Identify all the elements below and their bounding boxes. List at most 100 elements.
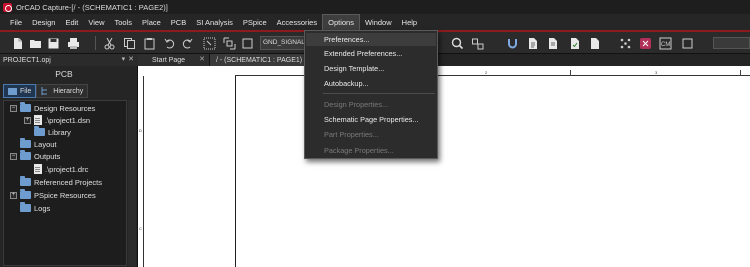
tab-label: / - (SCHEMATIC1 : PAGE1) (216, 56, 303, 64)
menu-item-extended-preferences[interactable]: Extended Preferences... (306, 47, 436, 60)
file-icon (34, 115, 42, 125)
menu-item-design-template[interactable]: Design Template... (306, 62, 436, 75)
cm-icon[interactable]: CM (658, 36, 672, 50)
tree-node-label: Logs (34, 203, 51, 213)
tree-node-label: Layout (34, 139, 57, 149)
redo-icon[interactable] (180, 36, 194, 50)
toolbar-combo-right[interactable] (713, 37, 750, 49)
snap-grid-icon[interactable] (202, 36, 216, 50)
menu-si-analysis[interactable]: SI Analysis (191, 14, 238, 30)
tab-label: Start Page (152, 56, 186, 64)
menu-item-schematic-page-properties[interactable]: Schematic Page Properties... (306, 113, 436, 126)
toolbar-separator (95, 36, 96, 50)
project-panel-header: PROJECT1.opj ▾ ✕ (0, 54, 138, 66)
new-icon[interactable] (10, 36, 24, 50)
tree-node-pspice-resources[interactable]: + PSpice Resources (10, 189, 96, 201)
menu-item-design-properties: Design Properties... (324, 100, 389, 109)
place-part-icon[interactable] (470, 36, 484, 50)
close-tab-icon[interactable]: ✕ (199, 55, 205, 63)
ruler-label: 3 (655, 70, 658, 75)
tree-node-label: Design Resources (34, 103, 96, 113)
panel-tabs: File Hierarchy (3, 84, 89, 98)
document-tab-bar: Start Page ✕ / - (SCHEMATIC1 : PAGE1) ✕ (138, 54, 750, 66)
zoom-icon[interactable] (450, 36, 464, 50)
menu-place[interactable]: Place (137, 14, 166, 30)
save-icon[interactable] (46, 36, 60, 50)
magnet-icon[interactable] (505, 36, 519, 50)
tree-node-label: PSpice Resources (34, 190, 96, 200)
app-window: OrCAD Capture-[/ - (SCHEMATIC1 : PAGE2)]… (0, 0, 750, 267)
expand-icon[interactable]: + (10, 191, 17, 199)
undo-icon[interactable] (162, 36, 176, 50)
pin-icon[interactable]: ▾ (122, 55, 126, 63)
ruler-label: C (139, 226, 142, 231)
tab-start-page[interactable]: Start Page ✕ (138, 54, 210, 66)
area-select-icon[interactable] (222, 36, 236, 50)
left-ruler: D C (138, 76, 144, 267)
copy-icon[interactable] (122, 36, 136, 50)
tree-node-label: Library (48, 127, 71, 137)
menu-window[interactable]: Window (360, 14, 397, 30)
tree-node-layout[interactable]: Layout (10, 138, 57, 150)
drc-icon[interactable] (567, 36, 581, 50)
tab-file[interactable]: File (3, 84, 37, 98)
menu-item-preferences[interactable]: Preferences... (306, 33, 436, 46)
ruler-label: 2 (485, 70, 488, 75)
menu-tools[interactable]: Tools (110, 14, 138, 30)
panel-controls: ▾ ✕ (122, 55, 134, 63)
tree-node-library[interactable]: Library (24, 126, 71, 138)
select-tool-icon[interactable] (240, 36, 254, 50)
constraint-icon[interactable] (638, 36, 652, 50)
menu-accessories[interactable]: Accessories (272, 14, 322, 30)
tree-node-design-resources[interactable]: − Design Resources (10, 102, 95, 114)
close-icon[interactable]: ✕ (128, 55, 134, 63)
collapse-icon[interactable]: − (10, 152, 17, 160)
cross-probe-icon[interactable] (618, 36, 632, 50)
tab-hierarchy[interactable]: Hierarchy (36, 84, 89, 98)
tree-node-referenced-projects[interactable]: Referenced Projects (10, 176, 102, 188)
menu-design[interactable]: Design (27, 14, 60, 30)
menu-item-package-properties: Package Properties... (324, 146, 394, 155)
menu-item-part-properties: Part Properties... (324, 130, 379, 139)
page-border (235, 76, 236, 267)
window-title: OrCAD Capture-[/ - (SCHEMATIC1 : PAGE2)] (16, 2, 168, 12)
project-tree: − Design Resources + .\project1.dsn Libr… (3, 100, 127, 266)
bom-icon[interactable] (545, 36, 559, 50)
toolbar-more-icon[interactable] (680, 36, 694, 50)
tree-node-project-dsn[interactable]: + .\project1.dsn (24, 114, 90, 126)
paste-icon[interactable] (142, 36, 156, 50)
menu-help[interactable]: Help (397, 14, 422, 30)
folder-icon (8, 88, 17, 95)
project-file-name: PROJECT1.opj (3, 56, 51, 64)
tree-node-project-drc[interactable]: .\project1.drc (24, 163, 88, 175)
file-icon (34, 164, 42, 174)
menu-options[interactable]: Options (322, 14, 360, 30)
menu-item-autobackup[interactable]: Autobackup... (306, 77, 436, 90)
svg-text:CM: CM (661, 42, 670, 48)
report-icon[interactable] (587, 36, 601, 50)
panel-scrollbar[interactable] (128, 100, 136, 266)
collapse-icon[interactable]: − (10, 104, 17, 112)
schematic-canvas[interactable]: 1 2 3 D C (138, 66, 750, 267)
folder-icon (20, 189, 31, 199)
print-icon[interactable] (66, 36, 80, 50)
tab-file-label: File (20, 87, 32, 95)
net-name-combo[interactable]: GND_SIGNAL (260, 36, 305, 50)
folder-icon (20, 176, 31, 186)
hierarchy-icon (41, 87, 48, 95)
folder-icon (34, 126, 45, 136)
menu-view[interactable]: View (83, 14, 109, 30)
tree-node-outputs[interactable]: − Outputs (10, 150, 60, 162)
expand-icon[interactable]: + (24, 116, 31, 124)
tree-node-label: .\project1.dsn (45, 115, 91, 125)
menu-pspice[interactable]: PSpice (238, 14, 272, 30)
netlist-icon[interactable] (525, 36, 539, 50)
menu-pcb[interactable]: PCB (166, 14, 191, 30)
title-bar: OrCAD Capture-[/ - (SCHEMATIC1 : PAGE2)] (0, 0, 750, 14)
tree-node-logs[interactable]: Logs (10, 202, 50, 214)
open-icon[interactable] (28, 36, 42, 50)
menu-file[interactable]: File (5, 14, 27, 30)
menu-edit[interactable]: Edit (60, 14, 83, 30)
folder-icon (20, 202, 31, 212)
cut-icon[interactable] (102, 36, 116, 50)
